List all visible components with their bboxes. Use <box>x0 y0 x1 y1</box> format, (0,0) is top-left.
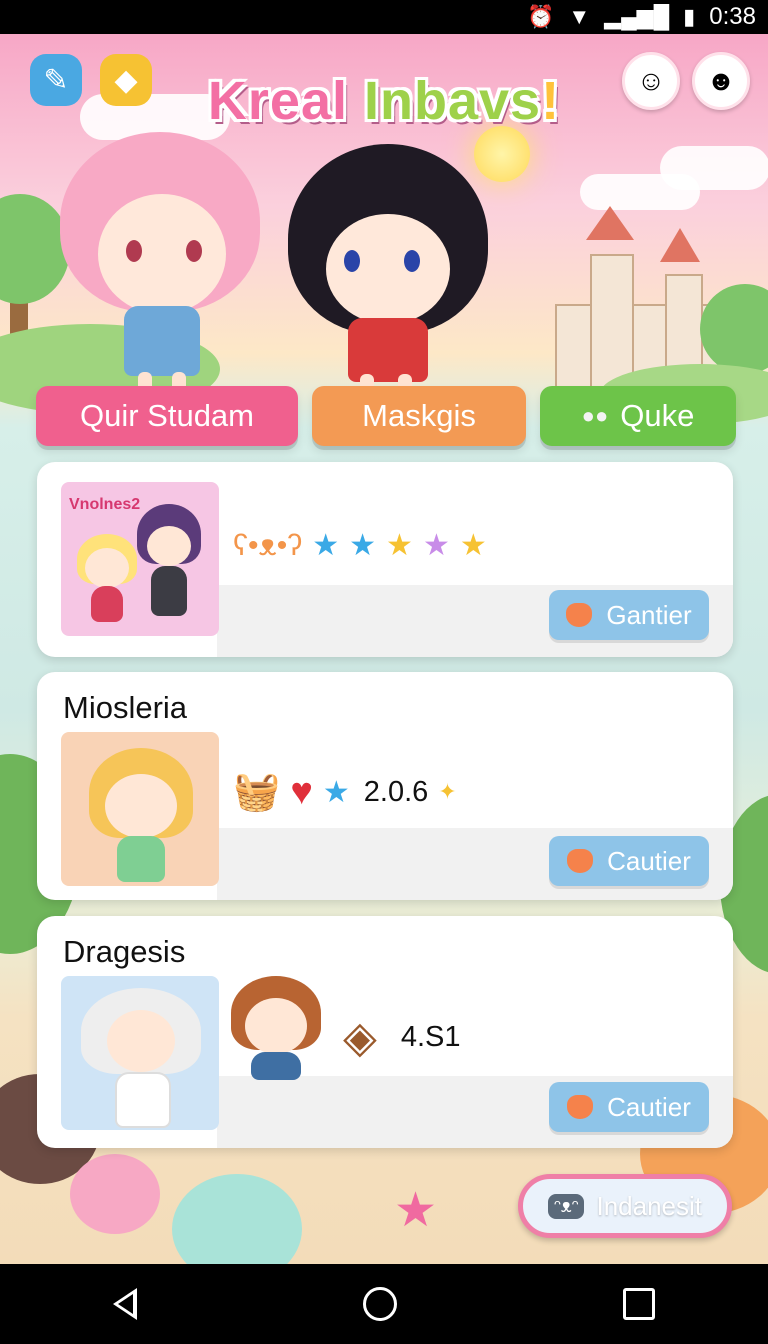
cloud <box>580 174 700 210</box>
berry-icon: ●● <box>581 403 609 428</box>
back-icon[interactable] <box>113 1288 137 1320</box>
list-item[interactable]: Dragesis ◈ 4.S1 Cautier <box>37 916 733 1148</box>
stat-value: 2.0.6 <box>363 775 429 808</box>
stat-value: 4.S1 <box>400 1021 461 1053</box>
cake-icon: ◈ <box>343 1013 377 1062</box>
pink-cat-decoration <box>70 1154 160 1234</box>
cautier-button[interactable]: Cautier <box>549 836 709 886</box>
tab-bar: Quir Studam Maskgis ●● Quke <box>36 386 736 446</box>
card-thumbnail: Vnolnes2 <box>61 482 219 636</box>
sparkle-icon: ✦ <box>438 779 457 804</box>
card-thumbnail <box>61 732 219 886</box>
card-title: Dragesis <box>63 934 186 969</box>
cat-face-icon: ᵔᴥᵔ <box>547 1193 585 1219</box>
recent-apps-icon[interactable] <box>623 1288 655 1320</box>
list-item[interactable]: Vnolnes2 ʕ•ᴥ•ʔ ★ ★ ★ ★ ★ Gantier <box>37 462 733 657</box>
clock: 0:38 <box>709 3 756 30</box>
gantier-button[interactable]: Gantier <box>549 590 709 640</box>
paw-icon <box>567 1095 594 1119</box>
star-icon: ★ <box>312 529 340 562</box>
tree <box>0 194 70 304</box>
card-thumbnail <box>61 976 219 1130</box>
navigation-bar <box>0 1264 768 1344</box>
bear-icon: ʕ•ᴥ•ʔ <box>233 528 303 562</box>
boy-character <box>231 976 327 1080</box>
star-icon: ★ <box>349 529 377 562</box>
tab-quke[interactable]: ●● Quke <box>540 386 736 446</box>
home-icon[interactable] <box>363 1287 397 1321</box>
star-icon: ★ <box>394 1184 438 1237</box>
card-title: Miosleria <box>63 690 188 725</box>
battery-icon: ▮ <box>683 4 696 29</box>
sun <box>474 126 530 182</box>
star-icon: ★ <box>459 529 487 562</box>
star-icon: ★ <box>386 529 413 562</box>
cautier-button[interactable]: Cautier <box>549 1082 709 1132</box>
basket-icon: 🧺 <box>233 771 281 813</box>
wifi-icon: ▼ <box>568 4 591 29</box>
language-button[interactable]: ᵔᴥᵔ Indanesit <box>518 1174 732 1238</box>
game-title: Kreal Inbavs! <box>207 71 561 131</box>
paw-icon <box>566 603 593 627</box>
alarm-icon: ⏰ <box>526 4 555 29</box>
heart-icon: ♥ <box>290 770 313 813</box>
list-item[interactable]: Miosleria 🧺 ♥ ★ 2.0.6 ✦ Cautier <box>37 672 733 900</box>
mint-cat-decoration <box>172 1174 302 1264</box>
tab-quir-studam[interactable]: Quir Studam <box>36 386 298 446</box>
star-icon: ★ <box>322 775 350 809</box>
paw-icon <box>567 849 594 873</box>
tab-maskgis[interactable]: Maskgis <box>312 386 526 446</box>
status-bar: ⏰ ▼ ▂▄▆█ ▮ 0:38 <box>0 0 768 34</box>
star-icon: ★ <box>422 529 450 562</box>
signal-icon: ▂▄▆█ <box>604 4 670 29</box>
